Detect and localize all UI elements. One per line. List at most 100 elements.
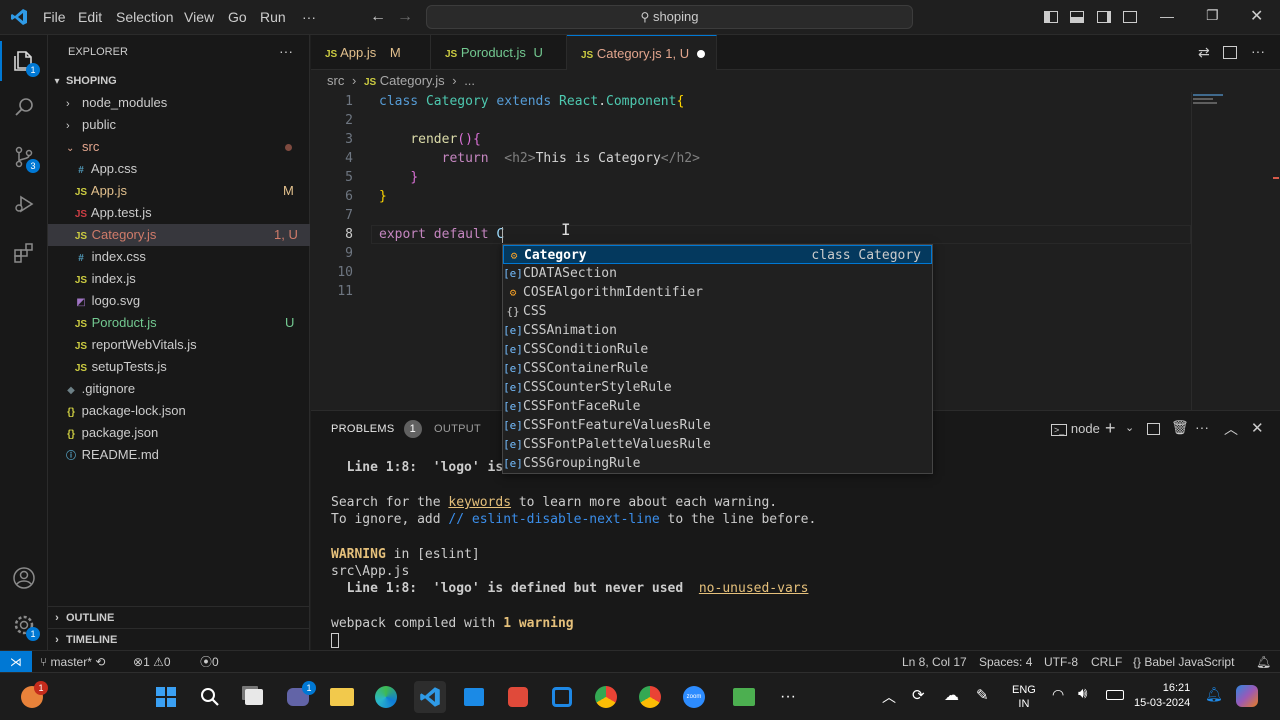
search-view-icon[interactable] xyxy=(0,83,48,131)
unsaved-dot-icon[interactable] xyxy=(697,50,705,58)
chevron-up-icon[interactable]: ︿ xyxy=(882,687,896,707)
back-arrow-icon[interactable]: ← xyxy=(370,8,386,26)
volume-icon[interactable]: 🔊︎ xyxy=(1078,685,1087,702)
tree-item-app-test-js[interactable]: JS App.test.js xyxy=(48,202,310,224)
chevron-down-icon[interactable]: ⌄ xyxy=(1125,421,1134,434)
tree-item-public[interactable]: › public xyxy=(48,114,310,136)
suggest-item[interactable]: [e]CSSFontPaletteValuesRule xyxy=(503,435,932,454)
file-explorer-icon[interactable] xyxy=(326,681,358,713)
customize-layout-icon[interactable] xyxy=(1123,11,1137,23)
tree-item-category-js[interactable]: JS Category.js 1, U xyxy=(48,224,310,246)
remote-indicator-icon[interactable]: ⋊ xyxy=(0,651,32,672)
menu-selection[interactable]: Selection xyxy=(116,0,174,35)
suggest-item[interactable]: [e]CSSGroupingRule xyxy=(503,454,932,473)
vscode-taskbar-icon[interactable] xyxy=(414,681,446,713)
panel-more-icon[interactable]: ··· xyxy=(1195,419,1209,435)
breadcrumb-file[interactable]: Category.js xyxy=(380,73,445,88)
tree-item-readme[interactable]: ⓘ README.md xyxy=(48,444,310,466)
branch-status[interactable]: ⑂ master* ⟲ xyxy=(40,651,105,673)
chrome-profile-icon[interactable] xyxy=(634,681,666,713)
minimize-icon[interactable]: — xyxy=(1160,8,1174,24)
edge-browser-icon[interactable] xyxy=(370,681,402,713)
close-panel-icon[interactable]: ✕ xyxy=(1251,419,1264,437)
git-tool-icon[interactable] xyxy=(502,681,534,713)
end-of-line[interactable]: CRLF xyxy=(1091,651,1122,673)
tab-problems[interactable]: PROBLEMS 1 xyxy=(331,411,422,447)
command-center-search[interactable]: ⚲ shoping xyxy=(426,5,913,29)
tree-item-index-css[interactable]: # index.css xyxy=(48,246,310,268)
suggest-item[interactable]: [e]CSSCounterStyleRule xyxy=(503,378,932,397)
weather-widget-icon[interactable]: 1 xyxy=(16,681,48,713)
breadcrumb-folder[interactable]: src xyxy=(327,73,344,88)
breadcrumb-symbol[interactable]: ... xyxy=(464,73,475,88)
menu-go[interactable]: Go xyxy=(228,0,247,35)
tree-item-node-modules[interactable]: › node_modules xyxy=(48,92,310,114)
windows-start-icon[interactable] xyxy=(150,681,182,713)
tree-item-poroduct-js[interactable]: JS Poroduct.js U xyxy=(48,312,310,334)
terminal-link[interactable]: keywords xyxy=(448,495,511,510)
language-mode[interactable]: {} Babel JavaScript xyxy=(1133,651,1234,673)
tree-item-index-js[interactable]: JS index.js xyxy=(48,268,310,290)
remote-desktop-icon[interactable] xyxy=(728,681,760,713)
extensions-icon[interactable] xyxy=(0,229,48,277)
suggest-item-selected[interactable]: ⚙ Category class Category xyxy=(503,245,932,264)
taskbar-search-icon[interactable] xyxy=(194,681,226,713)
terminal-link[interactable]: no-unused-vars xyxy=(699,581,809,596)
source-control-icon[interactable]: 3 xyxy=(0,133,48,181)
suggest-item[interactable]: [e]CSSFontFeatureValuesRule xyxy=(503,416,932,435)
suggest-item[interactable]: ⚙ COSEAlgorithmIdentifier xyxy=(503,283,932,302)
trash-icon[interactable]: 🗑 xyxy=(1171,419,1189,436)
chrome-icon[interactable] xyxy=(590,681,622,713)
encoding[interactable]: UTF-8 xyxy=(1044,651,1078,673)
autocomplete-suggest-widget[interactable]: ⚙ Category class Category [e]CDATASection… xyxy=(502,244,933,474)
project-header[interactable]: ▾ SHOPING xyxy=(48,70,310,92)
tree-item-app-css[interactable]: # App.css xyxy=(48,158,310,180)
cloud-tray-icon[interactable]: ☁ xyxy=(944,686,959,704)
chat-app-icon[interactable]: 1 xyxy=(282,681,316,713)
sync-tray-icon[interactable]: ⟳ xyxy=(912,686,925,704)
suggest-item[interactable]: [e]CSSConditionRule xyxy=(503,340,932,359)
suggest-item[interactable]: [e]CSSContainerRule xyxy=(503,359,932,378)
problems-status[interactable]: ⊗1 ⚠0 xyxy=(133,651,171,673)
new-terminal-icon[interactable]: + xyxy=(1105,418,1116,439)
suggest-item[interactable]: {} CSS xyxy=(503,302,932,321)
tree-item-logo-svg[interactable]: ◩ logo.svg xyxy=(48,290,310,312)
tree-item-app-js[interactable]: JS App.js M xyxy=(48,180,310,202)
suggest-item[interactable]: [e]CSSAnimation xyxy=(503,321,932,340)
outline-section[interactable]: › OUTLINE xyxy=(48,606,310,628)
toggle-sidebar-icon[interactable] xyxy=(1044,11,1058,23)
tab-app-js[interactable]: JS App.js M xyxy=(311,35,431,70)
tree-item-gitignore[interactable]: ◆ .gitignore xyxy=(48,378,310,400)
store-icon[interactable] xyxy=(458,681,490,713)
indentation[interactable]: Spaces: 4 xyxy=(979,651,1032,673)
compare-changes-icon[interactable]: ⇄ xyxy=(1198,44,1210,61)
tree-item-src[interactable]: ⌄ src xyxy=(48,136,310,158)
toggle-secondary-sidebar-icon[interactable] xyxy=(1097,11,1111,23)
restore-icon[interactable]: ❐ xyxy=(1206,7,1219,24)
ports-status[interactable]: ⦿0 xyxy=(200,651,219,673)
menu-view[interactable]: View xyxy=(184,0,214,35)
minimap[interactable] xyxy=(1193,94,1229,104)
language-indicator[interactable]: ENG IN xyxy=(1012,683,1036,711)
suggest-item[interactable]: [e]CDATASection xyxy=(503,264,932,283)
wifi-icon[interactable]: ◠ xyxy=(1052,686,1064,703)
close-window-icon[interactable]: ✕ xyxy=(1250,6,1263,26)
app-icon[interactable] xyxy=(546,681,578,713)
run-debug-icon[interactable] xyxy=(0,180,48,228)
copilot-icon[interactable] xyxy=(1236,685,1258,707)
pen-tray-icon[interactable]: ✎ xyxy=(976,686,989,704)
battery-icon[interactable] xyxy=(1106,690,1124,700)
zoom-icon[interactable]: zoom xyxy=(678,681,710,713)
cursor-position[interactable]: Ln 8, Col 17 xyxy=(902,651,967,673)
suggest-item[interactable]: [e]CSSFontFaceRule xyxy=(503,397,932,416)
notifications-bell-icon[interactable]: 🔔︎ xyxy=(1256,651,1271,673)
accounts-icon[interactable] xyxy=(0,554,48,602)
terminal-selector[interactable]: >_ node xyxy=(1051,411,1100,447)
tab-category-js[interactable]: JS Category.js 1, U xyxy=(567,35,717,71)
timeline-section[interactable]: › TIMELINE xyxy=(48,628,310,650)
forward-arrow-icon[interactable]: → xyxy=(397,8,413,26)
menu-more[interactable]: ··· xyxy=(302,0,316,35)
task-view-icon[interactable] xyxy=(238,681,270,713)
menu-run[interactable]: Run xyxy=(260,0,286,35)
explorer-icon[interactable]: 1 xyxy=(0,37,48,85)
